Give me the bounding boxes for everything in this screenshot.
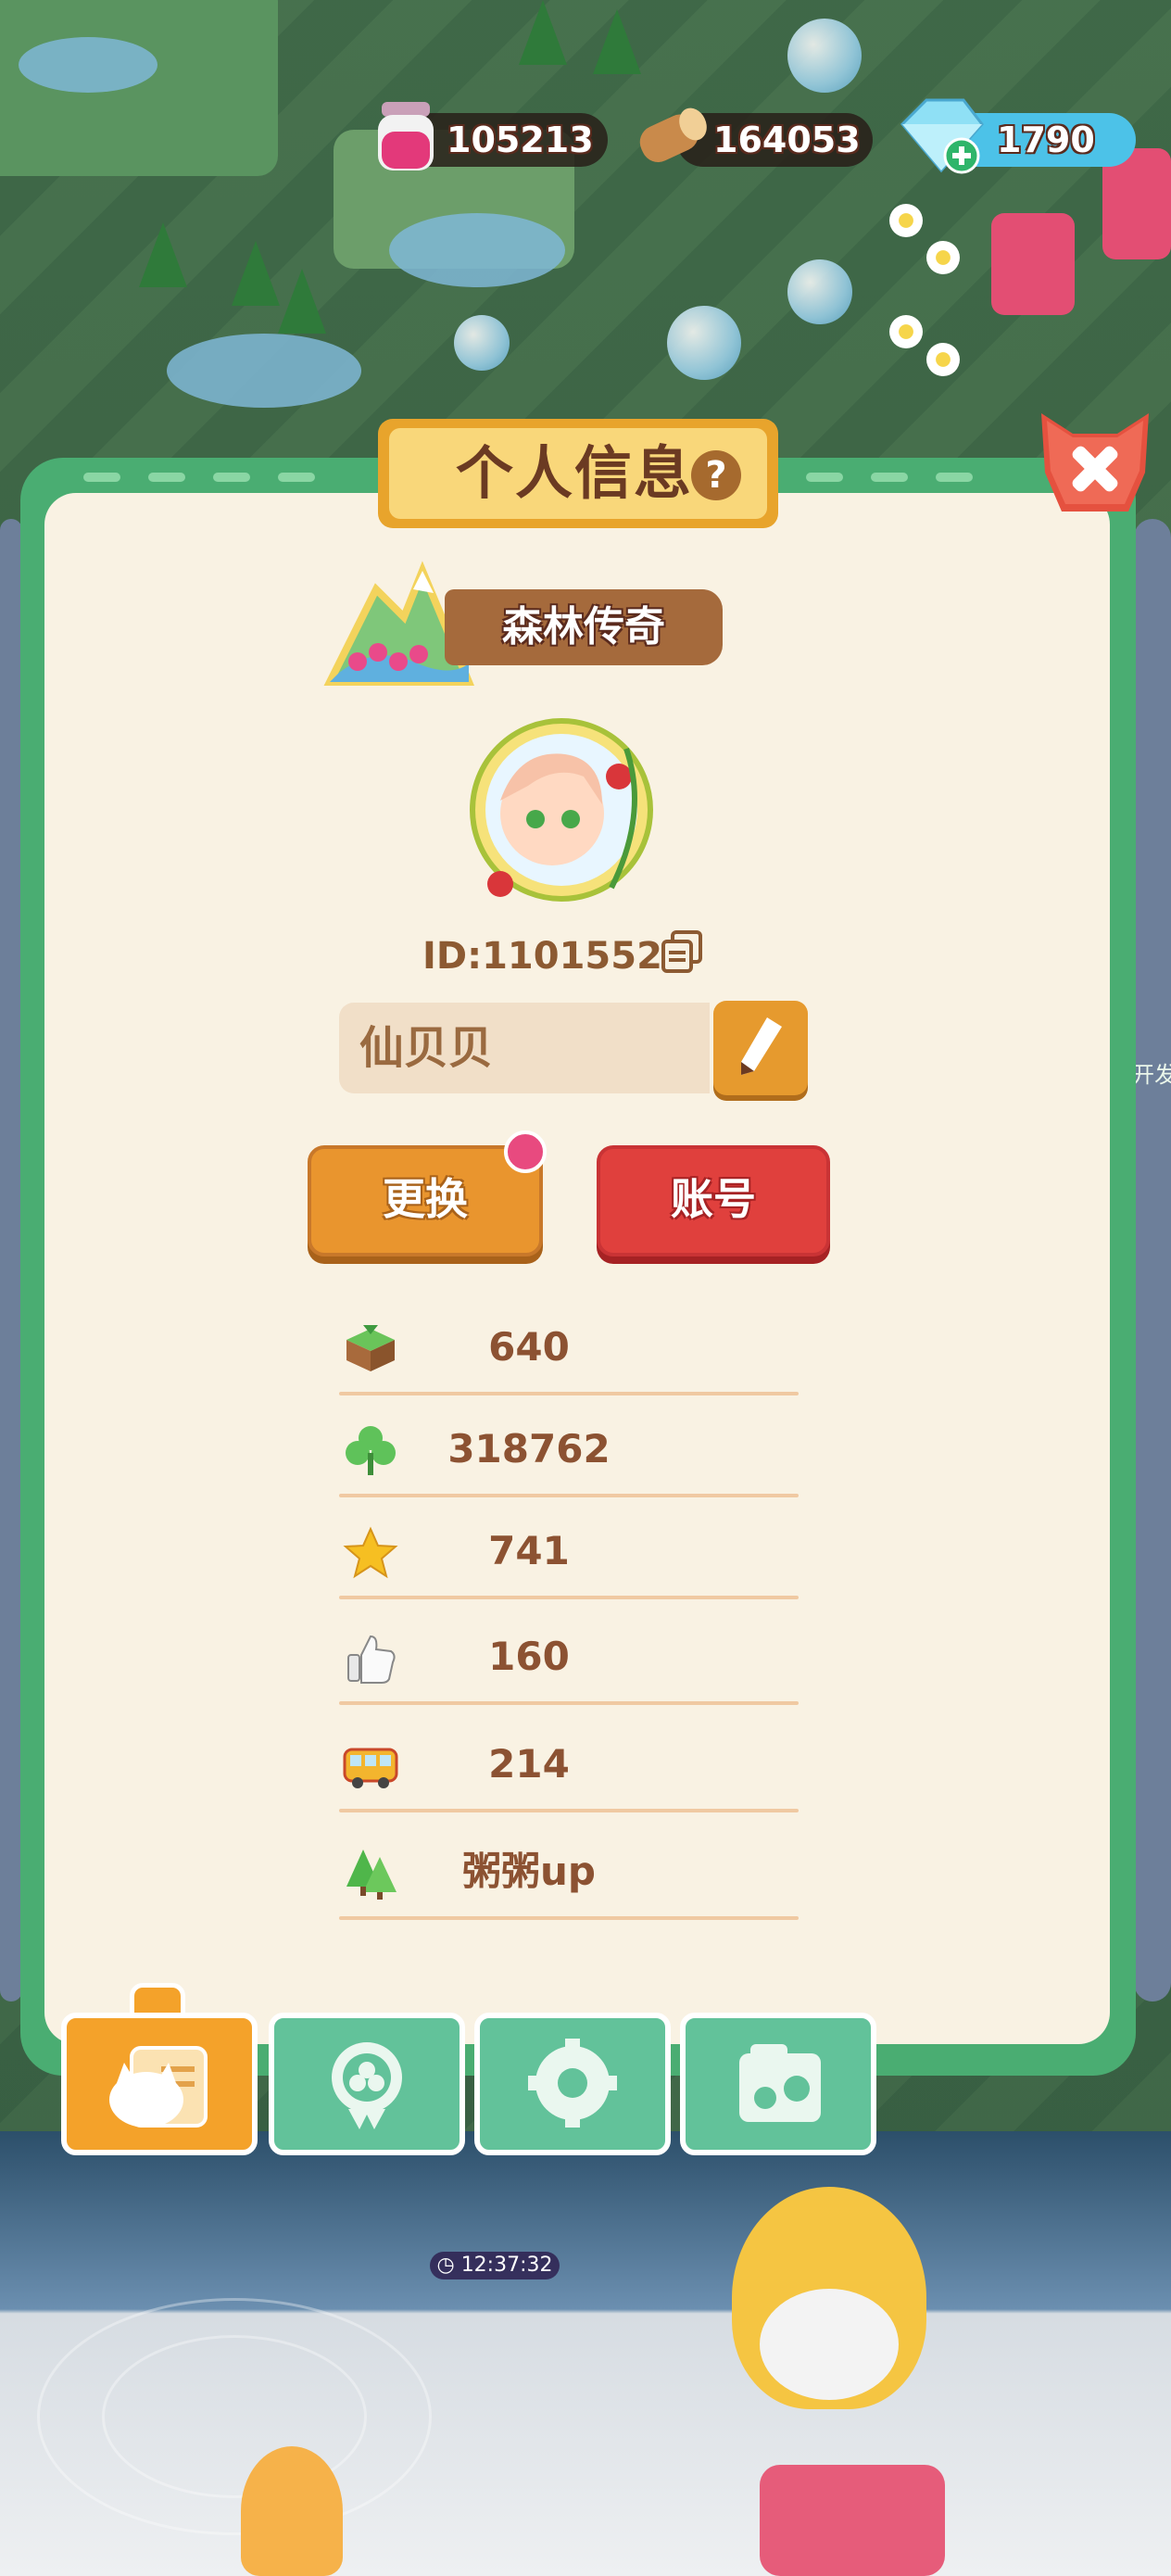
tree [232, 241, 280, 306]
pond [389, 213, 565, 287]
thumbs-up-icon [347, 1635, 396, 1684]
tree [593, 9, 641, 74]
trees-icon [346, 1850, 397, 1900]
pond [19, 37, 157, 93]
close-button[interactable] [1036, 408, 1154, 521]
stat-row-clover: 318762 [339, 1395, 799, 1497]
account-button[interactable]: 账号 [597, 1145, 830, 1256]
panel-border-dash [83, 473, 120, 482]
flower [889, 204, 923, 237]
bubble [787, 19, 862, 93]
panel-border-dash [148, 473, 185, 482]
building-wall [1134, 519, 1171, 2001]
building-wall [0, 519, 22, 2001]
flower [926, 343, 960, 376]
rosette-icon [332, 2042, 402, 2129]
tab-settings[interactable] [474, 2013, 671, 2155]
copy-icon[interactable] [660, 928, 706, 975]
help-icon[interactable]: ? [691, 450, 741, 500]
wood-value: 164053 [713, 120, 861, 160]
star-icon [343, 1526, 398, 1579]
market-stall [760, 2465, 945, 2576]
edit-name-button[interactable] [713, 1001, 808, 1095]
tab-album[interactable] [680, 2013, 876, 2155]
stat-value: 160 [488, 1634, 570, 1679]
panel-border-dash [213, 473, 250, 482]
stat-row-like: 160 [339, 1603, 799, 1705]
cat-character [241, 2446, 343, 2576]
potion-value: 105213 [447, 120, 594, 160]
duck-house-door [760, 2289, 899, 2400]
grass-tile [0, 0, 278, 176]
stat-value: 214 [488, 1741, 570, 1787]
tab-profile[interactable] [61, 2013, 258, 2155]
stat-row-guild: 粥粥up [339, 1818, 799, 1920]
player-id: ID:11015521 [422, 935, 688, 978]
bubble [787, 259, 852, 324]
wood-log-icon [639, 107, 707, 162]
player-name: 仙贝贝 [359, 1022, 494, 1074]
notification-dot [504, 1130, 547, 1173]
stat-divider [339, 1596, 799, 1599]
side-label: 开发 [1132, 1062, 1171, 1088]
bubble [667, 306, 741, 380]
tab-badges[interactable] [269, 2013, 465, 2155]
panel-border-dash [936, 473, 973, 482]
stat-row-land: 640 [339, 1294, 799, 1395]
clover-icon [346, 1426, 396, 1475]
avatar[interactable] [463, 712, 660, 908]
stat-divider [339, 1809, 799, 1812]
pink-decoration [991, 213, 1075, 315]
photo-album-icon [739, 2044, 821, 2122]
tree [139, 222, 187, 287]
stat-divider [339, 1701, 799, 1705]
stat-value: 640 [488, 1324, 570, 1370]
panel-title: 个人信息 [455, 439, 693, 507]
pond [167, 334, 361, 408]
stat-value: 粥粥up [462, 1849, 596, 1894]
gem-value: 1790 [997, 120, 1095, 160]
build-timer: ◷ 12:37:32 [430, 2252, 560, 2279]
stat-row-star: 741 [339, 1497, 799, 1599]
bus-icon [343, 1748, 398, 1788]
stat-value: 741 [488, 1528, 570, 1573]
panel-border-dash [871, 473, 908, 482]
pink-potion-icon [378, 102, 434, 170]
profile-card-icon [109, 2046, 208, 2128]
flower [926, 241, 960, 274]
land-block-icon [346, 1325, 395, 1371]
panel-border-dash [278, 473, 315, 482]
tree [278, 269, 326, 334]
stat-divider [339, 1916, 799, 1920]
build-timer-text: 12:37:32 [460, 2254, 553, 2277]
add-gem-icon[interactable] [943, 137, 980, 174]
bubble [454, 315, 510, 371]
pencil-icon [741, 1017, 782, 1075]
flower [889, 315, 923, 348]
title-badge-text: 森林传奇 [502, 603, 665, 650]
panel-border-dash [806, 473, 843, 482]
stat-value: 318762 [447, 1426, 611, 1471]
tree [519, 0, 567, 65]
gear-icon [528, 2039, 617, 2128]
stat-row-bus: 214 [339, 1711, 799, 1812]
